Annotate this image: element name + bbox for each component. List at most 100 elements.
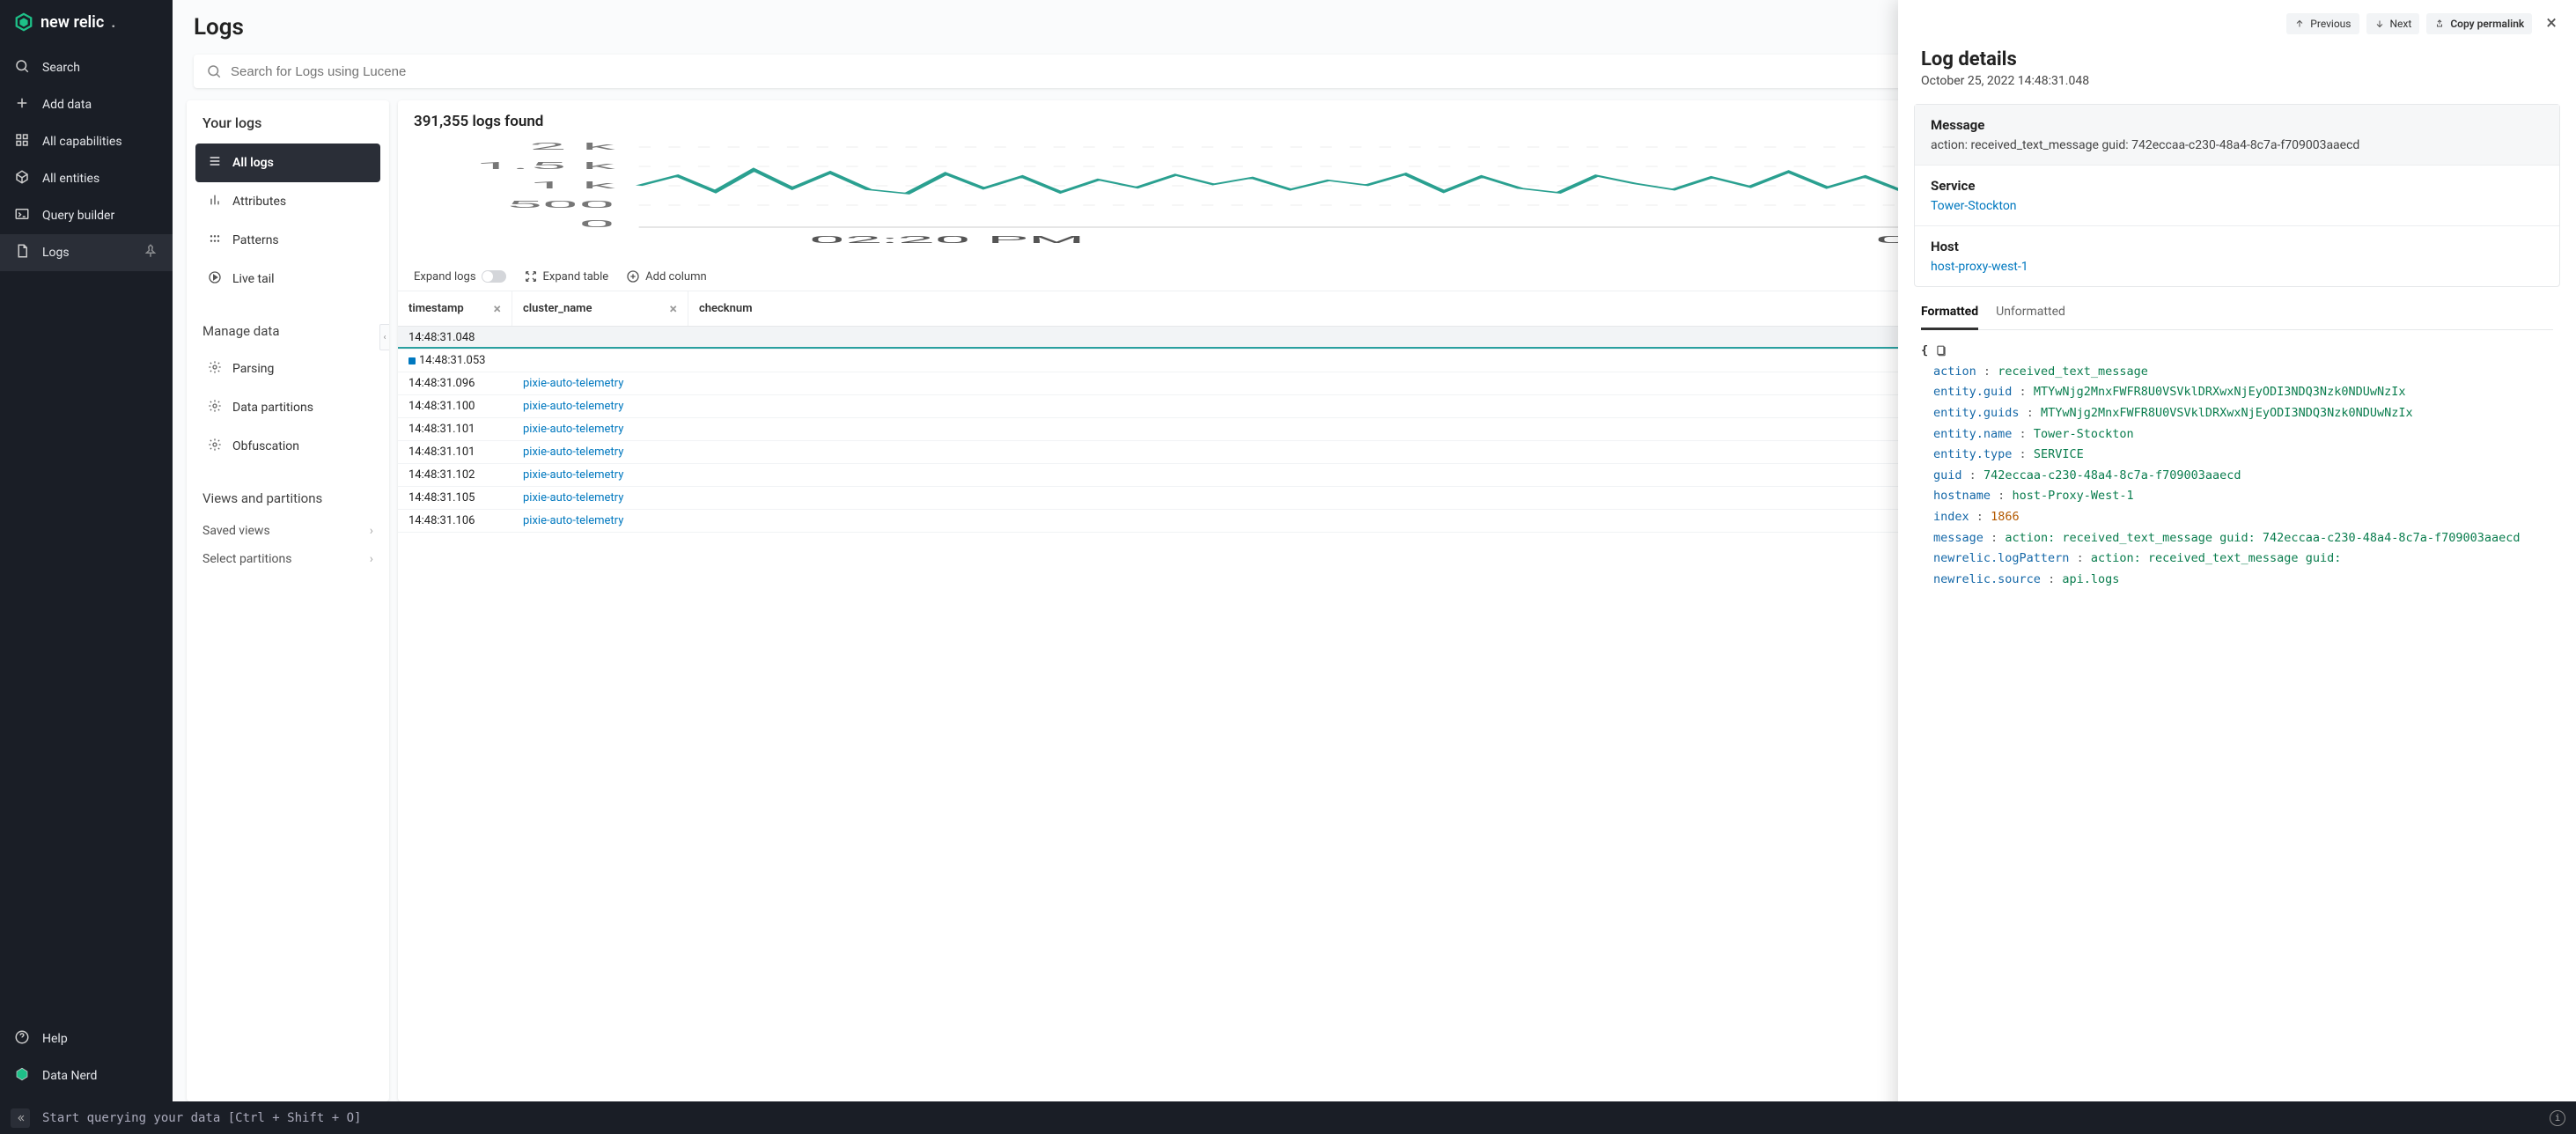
manage-item-obfuscation[interactable]: Obfuscation bbox=[195, 427, 380, 466]
json-value: MTYwNjg2MnxFWFR8U0VSVklDRXwxNjEyODI3NDQ3… bbox=[2034, 385, 2406, 399]
gear-icon bbox=[208, 360, 222, 378]
column-header-cluster[interactable]: cluster_name × bbox=[512, 291, 688, 326]
logs-nav-attributes[interactable]: Attributes bbox=[195, 182, 380, 221]
cluster-link[interactable]: pixie-auto-telemetry bbox=[523, 491, 623, 504]
logs-nav-live-tail[interactable]: Live tail bbox=[195, 260, 380, 298]
views-item-label: Saved views bbox=[202, 524, 270, 538]
arrow-down-icon bbox=[2374, 18, 2385, 29]
chart-y-tick: 2 k bbox=[529, 141, 615, 152]
add-column-button[interactable]: Add column bbox=[626, 269, 707, 284]
cluster-link[interactable]: pixie-auto-telemetry bbox=[523, 377, 623, 390]
json-value: action: received_text_message guid: bbox=[2091, 551, 2341, 565]
share-icon bbox=[2434, 18, 2445, 29]
cluster-link[interactable]: pixie-auto-telemetry bbox=[523, 400, 623, 413]
manage-data-heading: Manage data bbox=[195, 298, 380, 350]
manage-item-label: Obfuscation bbox=[232, 439, 299, 453]
views-item-select-partitions[interactable]: Select partitions › bbox=[195, 545, 380, 573]
manage-item-parsing[interactable]: Parsing bbox=[195, 350, 380, 388]
cluster-link[interactable]: pixie-auto-telemetry bbox=[523, 468, 623, 482]
json-attribute-row[interactable]: entity.name : Tower-Stockton bbox=[1921, 424, 2553, 446]
json-attribute-row[interactable]: hostname : host-Proxy-West-1 bbox=[1921, 486, 2553, 507]
close-panel-button[interactable]: × bbox=[2539, 9, 2564, 38]
views-item-label: Select partitions bbox=[202, 552, 291, 566]
json-key: newrelic.logPattern bbox=[1933, 551, 2069, 565]
terminal-collapse-button[interactable] bbox=[11, 1108, 30, 1128]
chevron-right-icon: › bbox=[370, 524, 373, 538]
json-attribute-row[interactable]: entity.type : SERVICE bbox=[1921, 445, 2553, 466]
grid-icon bbox=[14, 132, 30, 151]
chevron-left-icon bbox=[15, 1113, 26, 1123]
host-link[interactable]: host-proxy-west-1 bbox=[1931, 260, 2028, 274]
json-attribute-row[interactable]: message : action: received_text_message … bbox=[1921, 528, 2553, 549]
sidebar-item-logs[interactable]: Logs bbox=[0, 234, 173, 271]
json-attribute-row[interactable]: guid : 742eccaa-c230-48a4-8c7a-f709003aa… bbox=[1921, 466, 2553, 487]
logs-nav-patterns[interactable]: Patterns bbox=[195, 221, 380, 260]
expand-logs-toggle[interactable]: Expand logs bbox=[414, 270, 506, 284]
json-key: index bbox=[1933, 510, 1969, 524]
cube-icon bbox=[14, 169, 30, 188]
tab-formatted[interactable]: Formatted bbox=[1921, 305, 1978, 330]
json-value: action: received_text_message guid: 742e… bbox=[2005, 531, 2520, 545]
json-attribute-row[interactable]: action : received_text_message bbox=[1921, 362, 2553, 383]
views-item-saved-views[interactable]: Saved views › bbox=[195, 517, 380, 545]
column-header-timestamp[interactable]: timestamp × bbox=[398, 291, 512, 326]
sidebar-bottom-help[interactable]: Help bbox=[0, 1020, 173, 1057]
brand-logo[interactable]: new relic. bbox=[0, 0, 173, 44]
json-attribute-row[interactable]: entity.guid : MTYwNjg2MnxFWFR8U0VSVklDRX… bbox=[1921, 382, 2553, 403]
json-value: api.logs bbox=[2062, 572, 2119, 586]
remove-column-icon[interactable]: × bbox=[494, 300, 502, 317]
cluster-link[interactable]: pixie-auto-telemetry bbox=[523, 423, 623, 436]
manage-item-data-partitions[interactable]: Data partitions bbox=[195, 388, 380, 427]
info-icon[interactable]: i bbox=[2550, 1110, 2565, 1126]
chart-y-tick: 1 k bbox=[529, 180, 615, 191]
service-link[interactable]: Tower-Stockton bbox=[1931, 199, 2017, 213]
sidebar-item-query-builder[interactable]: Query builder bbox=[0, 197, 173, 234]
cluster-link[interactable]: pixie-auto-telemetry bbox=[523, 514, 623, 527]
json-attribute-row[interactable]: index : 1866 bbox=[1921, 507, 2553, 528]
previous-log-button[interactable]: Previous bbox=[2286, 13, 2359, 34]
clipboard-icon[interactable] bbox=[1935, 345, 1947, 357]
host-label: Host bbox=[1931, 239, 2543, 254]
collapse-panel-button[interactable]: ‹ bbox=[379, 324, 389, 350]
json-attribute-row[interactable]: entity.guids : MTYwNjg2MnxFWFR8U0VSVklDR… bbox=[1921, 403, 2553, 424]
sidebar-bottom-data-nerd[interactable]: Data Nerd bbox=[0, 1057, 173, 1094]
message-label: Message bbox=[1931, 117, 2543, 133]
cell-cluster: pixie-auto-telemetry bbox=[512, 395, 688, 417]
tab-unformatted[interactable]: Unformatted bbox=[1996, 305, 2065, 329]
expand-table-button[interactable]: Expand table bbox=[524, 269, 609, 284]
search-icon bbox=[206, 63, 222, 79]
search-icon bbox=[14, 58, 30, 77]
json-attribute-row[interactable]: newrelic.source : api.logs bbox=[1921, 570, 2553, 591]
list-icon bbox=[208, 154, 222, 172]
cell-timestamp: 14:48:31.101 bbox=[398, 441, 512, 463]
next-log-button[interactable]: Next bbox=[2366, 13, 2420, 34]
query-terminal-bar[interactable]: Start querying your data [Ctrl + Shift +… bbox=[0, 1101, 2576, 1134]
remove-column-icon[interactable]: × bbox=[670, 300, 678, 317]
manage-item-label: Parsing bbox=[232, 362, 274, 376]
sidebar-item-label: All entities bbox=[42, 172, 99, 186]
sidebar-item-search[interactable]: Search bbox=[0, 49, 173, 86]
sidebar-item-all-entities[interactable]: All entities bbox=[0, 160, 173, 197]
chart-y-tick: 500 bbox=[505, 199, 615, 210]
pin-icon[interactable] bbox=[143, 243, 158, 262]
toggle-switch[interactable] bbox=[482, 270, 506, 283]
sidebar-item-label: All capabilities bbox=[42, 135, 122, 149]
terminal-icon bbox=[14, 206, 30, 225]
copy-permalink-button[interactable]: Copy permalink bbox=[2426, 13, 2532, 34]
cluster-link[interactable]: pixie-auto-telemetry bbox=[523, 446, 623, 459]
cell-cluster: pixie-auto-telemetry bbox=[512, 418, 688, 440]
sidebar-item-all-capabilities[interactable]: All capabilities bbox=[0, 123, 173, 160]
sidebar-item-label: Query builder bbox=[42, 209, 114, 223]
chevron-right-icon: › bbox=[370, 552, 373, 566]
logs-nav-all-logs[interactable]: All logs bbox=[195, 144, 380, 182]
cell-cluster bbox=[512, 327, 688, 349]
terminal-prompt: Start querying your data [Ctrl + Shift +… bbox=[42, 1111, 361, 1125]
sidebar-item-label: Search bbox=[42, 61, 80, 75]
service-label: Service bbox=[1931, 178, 2543, 194]
json-brace: { bbox=[1921, 341, 1928, 362]
row-marker-icon bbox=[408, 357, 416, 364]
sidebar-item-add-data[interactable]: Add data bbox=[0, 86, 173, 123]
detail-datetime: October 25, 2022 14:48:31.048 bbox=[1898, 74, 2576, 104]
json-value: SERVICE bbox=[2034, 447, 2084, 461]
json-attribute-row[interactable]: newrelic.logPattern : action: received_t… bbox=[1921, 549, 2553, 570]
